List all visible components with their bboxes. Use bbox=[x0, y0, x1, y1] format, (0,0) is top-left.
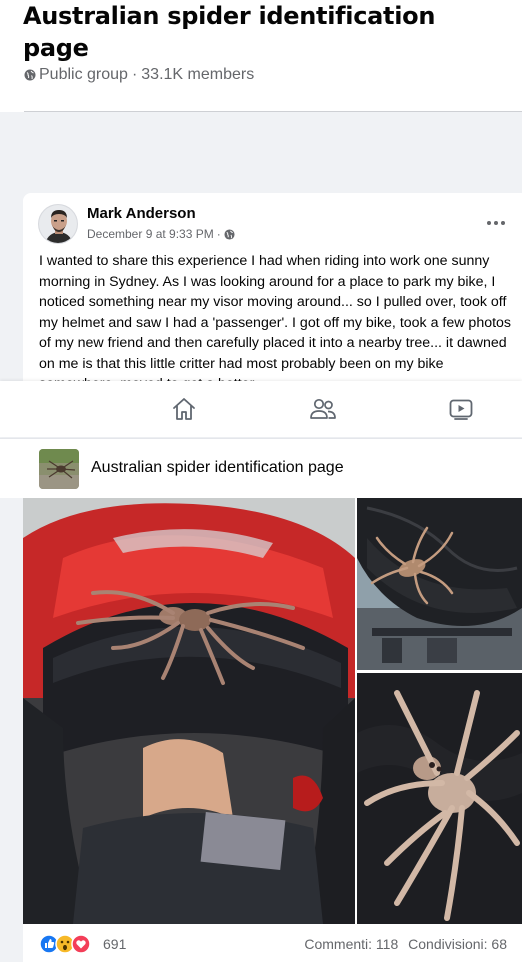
photo-tree-spider[interactable] bbox=[357, 673, 522, 924]
reaction-icons[interactable] bbox=[39, 934, 99, 954]
more-dot bbox=[501, 221, 505, 225]
meta-separator: · bbox=[131, 66, 138, 83]
more-dots-icon bbox=[487, 221, 491, 225]
post-timestamp: December 9 at 9:33 PM · bbox=[87, 227, 235, 241]
comments-count[interactable]: Commenti: 118 bbox=[304, 936, 398, 952]
post-stats: Commenti: 118 Condivisioni: 68 bbox=[304, 936, 507, 952]
tab-groups[interactable] bbox=[309, 395, 337, 423]
header-divider bbox=[24, 111, 522, 112]
visor-photo-image bbox=[357, 498, 522, 670]
more-dot bbox=[494, 221, 498, 225]
group-thumbnail[interactable] bbox=[39, 449, 79, 489]
photo-helmet-spider[interactable] bbox=[23, 498, 355, 924]
post-options-button[interactable] bbox=[484, 211, 508, 235]
reactions-bar: 691 Commenti: 118 Condivisioni: 68 bbox=[23, 924, 522, 962]
post-date[interactable]: December 9 at 9:33 PM bbox=[87, 227, 214, 241]
avatar-image bbox=[39, 205, 77, 243]
globe-icon bbox=[24, 69, 36, 81]
post-text: I wanted to share this experience I had … bbox=[39, 253, 512, 392]
tab-home[interactable] bbox=[170, 395, 198, 423]
tree-photo-image bbox=[357, 673, 522, 924]
shares-count[interactable]: Condivisioni: 68 bbox=[408, 936, 507, 952]
group-privacy: Public group bbox=[39, 66, 128, 83]
post-date-separator: · bbox=[216, 227, 221, 241]
spider-thumbnail-image bbox=[39, 449, 79, 489]
reactions-stack-icon bbox=[39, 934, 91, 954]
watch-icon bbox=[449, 399, 473, 420]
bottom-tab-bar bbox=[0, 381, 522, 437]
photo-visor-spider[interactable] bbox=[357, 498, 522, 670]
tab-watch[interactable] bbox=[447, 395, 475, 423]
reaction-count[interactable]: 691 bbox=[103, 936, 126, 952]
post-author[interactable]: Mark Anderson bbox=[87, 205, 196, 222]
shared-group-name[interactable]: Australian spider identification page bbox=[91, 459, 344, 477]
avatar[interactable] bbox=[38, 204, 78, 244]
groups-icon bbox=[310, 398, 336, 419]
group-header: Australian spider identification page Pu… bbox=[0, 0, 522, 112]
group-title[interactable]: Australian spider identification page bbox=[23, 0, 493, 64]
group-members[interactable]: 33.1K members bbox=[141, 66, 254, 84]
home-icon bbox=[173, 398, 195, 420]
photo-grid bbox=[23, 498, 522, 924]
helmet-photo-image bbox=[23, 498, 355, 924]
post-card: Mark Anderson December 9 at 9:33 PM · I … bbox=[23, 193, 522, 393]
public-audience-icon bbox=[224, 228, 235, 240]
group-meta: Public group · 33.1K members bbox=[24, 66, 254, 84]
